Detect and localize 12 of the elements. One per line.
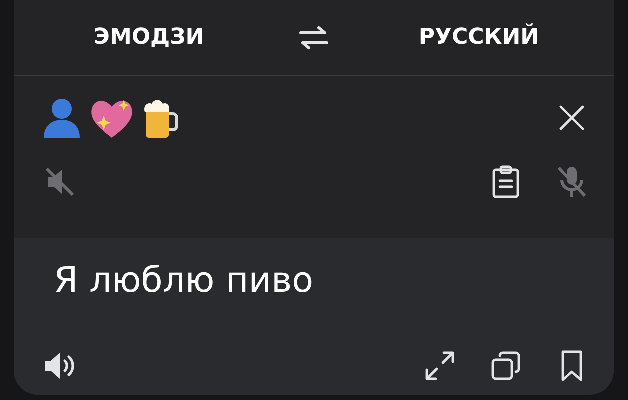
copy-icon: [491, 351, 521, 381]
swap-icon: [299, 24, 329, 50]
bookmark-icon: [560, 350, 584, 382]
target-language-tab[interactable]: РУССКИЙ: [410, 21, 548, 54]
muted-microphone-icon: [556, 165, 588, 199]
translation-text: Я люблю пиво: [54, 260, 314, 303]
close-icon: [559, 105, 585, 131]
clipboard-icon: [492, 165, 520, 199]
speaker-icon: [43, 350, 77, 382]
source-language-tab[interactable]: ЭМОДЗИ: [86, 21, 212, 54]
expand-icon: [425, 351, 455, 381]
muted-speaker-icon: [44, 166, 76, 198]
